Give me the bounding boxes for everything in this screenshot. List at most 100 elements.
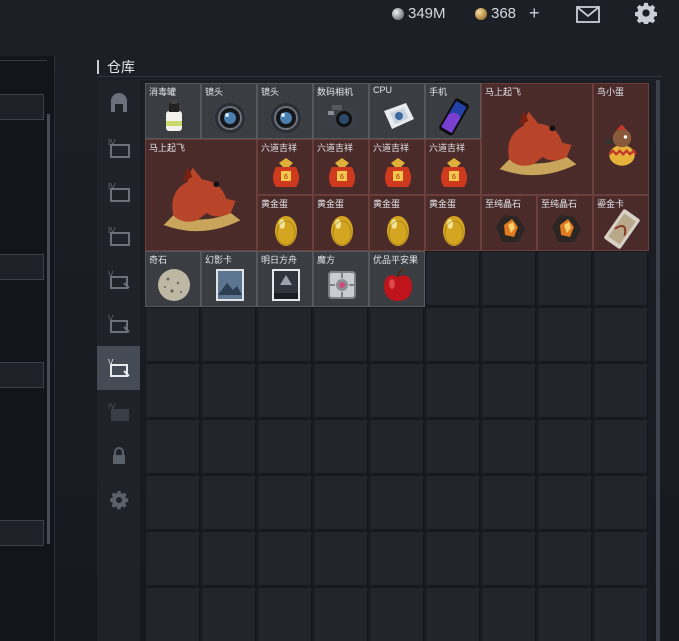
empty-slot[interactable] bbox=[425, 587, 480, 641]
empty-slot[interactable] bbox=[425, 475, 480, 530]
empty-slot[interactable] bbox=[145, 587, 200, 641]
empty-slot[interactable] bbox=[481, 251, 536, 306]
tab-storage-5-active[interactable]: V bbox=[97, 346, 140, 390]
empty-slot[interactable] bbox=[593, 251, 648, 306]
tab-storage-4c[interactable]: IV bbox=[97, 214, 140, 258]
empty-slot[interactable] bbox=[537, 475, 592, 530]
empty-slot[interactable] bbox=[257, 307, 312, 362]
empty-slot[interactable] bbox=[257, 419, 312, 474]
inventory-item[interactable]: 鎏金卡 bbox=[593, 195, 649, 251]
empty-slot[interactable] bbox=[537, 251, 592, 306]
inventory-item[interactable]: 黄金蛋 bbox=[369, 195, 425, 251]
empty-slot[interactable] bbox=[201, 307, 256, 362]
inventory-item[interactable]: 六道吉祥 6 bbox=[425, 139, 481, 195]
settings-gear-icon[interactable] bbox=[635, 2, 657, 24]
empty-slot[interactable] bbox=[201, 587, 256, 641]
inventory-item[interactable]: CPU bbox=[369, 83, 425, 139]
left-panel-row[interactable] bbox=[0, 254, 44, 280]
inventory-item[interactable]: 黄金蛋 bbox=[257, 195, 313, 251]
tab-storage-4b[interactable]: IV bbox=[97, 170, 140, 214]
empty-slot[interactable] bbox=[425, 531, 480, 586]
empty-slot[interactable] bbox=[313, 475, 368, 530]
inventory-item[interactable]: 至纯晶石 bbox=[537, 195, 593, 251]
inventory-item[interactable]: 六道吉祥 6 bbox=[369, 139, 425, 195]
empty-slot[interactable] bbox=[201, 475, 256, 530]
inventory-item[interactable]: 明日方舟 bbox=[257, 251, 313, 307]
inventory-item[interactable]: 黄金蛋 bbox=[425, 195, 481, 251]
empty-slot[interactable] bbox=[201, 419, 256, 474]
empty-slot[interactable] bbox=[145, 531, 200, 586]
empty-slot[interactable] bbox=[481, 587, 536, 641]
inventory-item[interactable]: 手机 bbox=[425, 83, 481, 139]
tab-locked[interactable] bbox=[97, 434, 140, 478]
inventory-item[interactable]: 马上起飞 bbox=[145, 139, 257, 251]
empty-slot[interactable] bbox=[145, 363, 200, 418]
empty-slot[interactable] bbox=[593, 587, 648, 641]
left-panel-row[interactable] bbox=[0, 94, 44, 120]
empty-slot[interactable] bbox=[313, 307, 368, 362]
empty-slot[interactable] bbox=[425, 363, 480, 418]
tab-storage-5[interactable]: V bbox=[97, 258, 140, 302]
empty-slot[interactable] bbox=[593, 475, 648, 530]
empty-slot[interactable] bbox=[481, 307, 536, 362]
empty-slot[interactable] bbox=[257, 587, 312, 641]
empty-slot[interactable] bbox=[313, 587, 368, 641]
empty-slot[interactable] bbox=[369, 531, 424, 586]
empty-slot[interactable] bbox=[537, 363, 592, 418]
inventory-item[interactable]: 魔方 bbox=[313, 251, 369, 307]
inventory-item[interactable]: 六道吉祥 6 bbox=[313, 139, 369, 195]
empty-slot[interactable] bbox=[481, 419, 536, 474]
empty-slot[interactable] bbox=[593, 419, 648, 474]
empty-slot[interactable] bbox=[145, 475, 200, 530]
inventory-item[interactable]: 消毒罐 bbox=[145, 83, 201, 139]
tab-storage-4d[interactable]: IV bbox=[97, 390, 140, 434]
empty-slot[interactable] bbox=[313, 531, 368, 586]
inventory-item[interactable]: 奇石 bbox=[145, 251, 201, 307]
empty-slot[interactable] bbox=[145, 419, 200, 474]
mail-icon[interactable] bbox=[576, 6, 600, 23]
empty-slot[interactable] bbox=[313, 363, 368, 418]
inventory-item[interactable]: 镜头 bbox=[257, 83, 313, 139]
inventory-item[interactable]: 优品平安果 bbox=[369, 251, 425, 307]
empty-slot[interactable] bbox=[313, 419, 368, 474]
inventory-item[interactable]: 数码相机 bbox=[313, 83, 369, 139]
empty-slot[interactable] bbox=[425, 419, 480, 474]
empty-slot[interactable] bbox=[593, 531, 648, 586]
inventory-item[interactable]: 六道吉祥 6 bbox=[257, 139, 313, 195]
empty-slot[interactable] bbox=[201, 363, 256, 418]
empty-slot[interactable] bbox=[369, 419, 424, 474]
empty-slot[interactable] bbox=[369, 307, 424, 362]
left-panel-row[interactable] bbox=[0, 520, 44, 546]
tab-storage-4[interactable]: IV bbox=[97, 126, 140, 170]
tab-storage-5b[interactable]: V bbox=[97, 302, 140, 346]
inventory-item[interactable]: 鸟小蛋 bbox=[593, 83, 649, 195]
left-panel-scrollbar[interactable] bbox=[47, 114, 50, 544]
empty-slot[interactable] bbox=[257, 363, 312, 418]
inventory-item[interactable]: 幻影卡 bbox=[201, 251, 257, 307]
tab-settings[interactable] bbox=[97, 478, 140, 522]
empty-slot[interactable] bbox=[537, 307, 592, 362]
inventory-item[interactable]: 至纯晶石 bbox=[481, 195, 537, 251]
tab-home[interactable] bbox=[97, 82, 140, 126]
empty-slot[interactable] bbox=[257, 531, 312, 586]
empty-slot[interactable] bbox=[593, 307, 648, 362]
inventory-item[interactable]: 镜头 bbox=[201, 83, 257, 139]
empty-slot[interactable] bbox=[537, 587, 592, 641]
inventory-item[interactable]: 马上起飞 bbox=[481, 83, 593, 195]
empty-slot[interactable] bbox=[369, 363, 424, 418]
empty-slot[interactable] bbox=[481, 363, 536, 418]
empty-slot[interactable] bbox=[481, 531, 536, 586]
inventory-item[interactable]: 黄金蛋 bbox=[313, 195, 369, 251]
left-panel-row[interactable] bbox=[0, 362, 44, 388]
empty-slot[interactable] bbox=[537, 531, 592, 586]
empty-slot[interactable] bbox=[537, 419, 592, 474]
empty-slot[interactable] bbox=[369, 587, 424, 641]
empty-slot[interactable] bbox=[145, 307, 200, 362]
empty-slot[interactable] bbox=[593, 363, 648, 418]
empty-slot[interactable] bbox=[425, 251, 480, 306]
empty-slot[interactable] bbox=[481, 475, 536, 530]
add-currency-button[interactable]: + bbox=[529, 3, 540, 24]
empty-slot[interactable] bbox=[257, 475, 312, 530]
empty-slot[interactable] bbox=[201, 531, 256, 586]
empty-slot[interactable] bbox=[425, 307, 480, 362]
